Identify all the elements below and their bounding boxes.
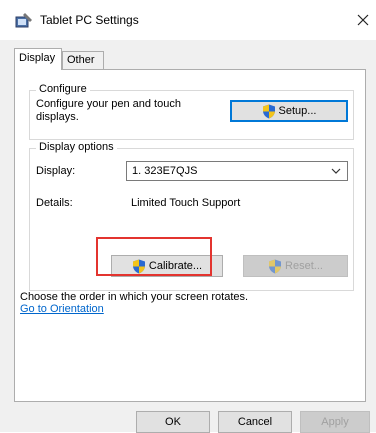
close-button[interactable] (352, 8, 374, 32)
go-to-orientation-link[interactable]: Go to Orientation (20, 303, 104, 316)
details-label: Details: (36, 197, 73, 209)
cancel-button[interactable]: Cancel (218, 411, 292, 433)
display-options-group: Display options Display: 1. 323E7QJS Det… (29, 141, 354, 291)
tablet-pen-icon (15, 13, 32, 28)
uac-shield-icon (269, 259, 282, 273)
configure-group: Configure Configure your pen and touch d… (29, 83, 354, 140)
display-label: Display: (36, 165, 76, 177)
setup-button[interactable]: Setup... (230, 100, 348, 122)
apply-button[interactable]: Apply (300, 411, 370, 433)
tab-other[interactable]: Other (62, 51, 104, 70)
display-select[interactable]: 1. 323E7QJS (126, 161, 348, 181)
display-options-legend: Display options (36, 141, 117, 153)
ok-button[interactable]: OK (136, 411, 210, 433)
dialog-body: Display Other Configure Configure your p… (0, 40, 376, 433)
tab-panel: Configure Configure your pen and touch d… (14, 69, 366, 402)
reset-label: Reset... (285, 260, 323, 272)
close-icon (357, 14, 369, 26)
uac-shield-icon (132, 259, 145, 273)
apply-label: Apply (321, 416, 349, 428)
tab-display[interactable]: Display (14, 48, 62, 70)
uac-shield-icon (262, 104, 275, 118)
cancel-label: Cancel (237, 416, 273, 428)
title-bar: Tablet PC Settings (0, 0, 376, 40)
window-title: Tablet PC Settings (40, 13, 139, 27)
reset-button[interactable]: Reset... (243, 255, 348, 277)
setup-label: Setup... (278, 105, 317, 117)
details-value: Limited Touch Support (131, 197, 241, 209)
display-select-value: 1. 323E7QJS (132, 165, 198, 177)
calibrate-button[interactable]: Calibrate... (111, 255, 223, 277)
configure-description: Configure your pen and touch displays. (36, 98, 181, 123)
chevron-down-icon (331, 168, 341, 174)
calibrate-label: Calibrate... (148, 260, 203, 272)
configure-legend: Configure (36, 83, 90, 95)
ok-label: OK (165, 416, 181, 428)
